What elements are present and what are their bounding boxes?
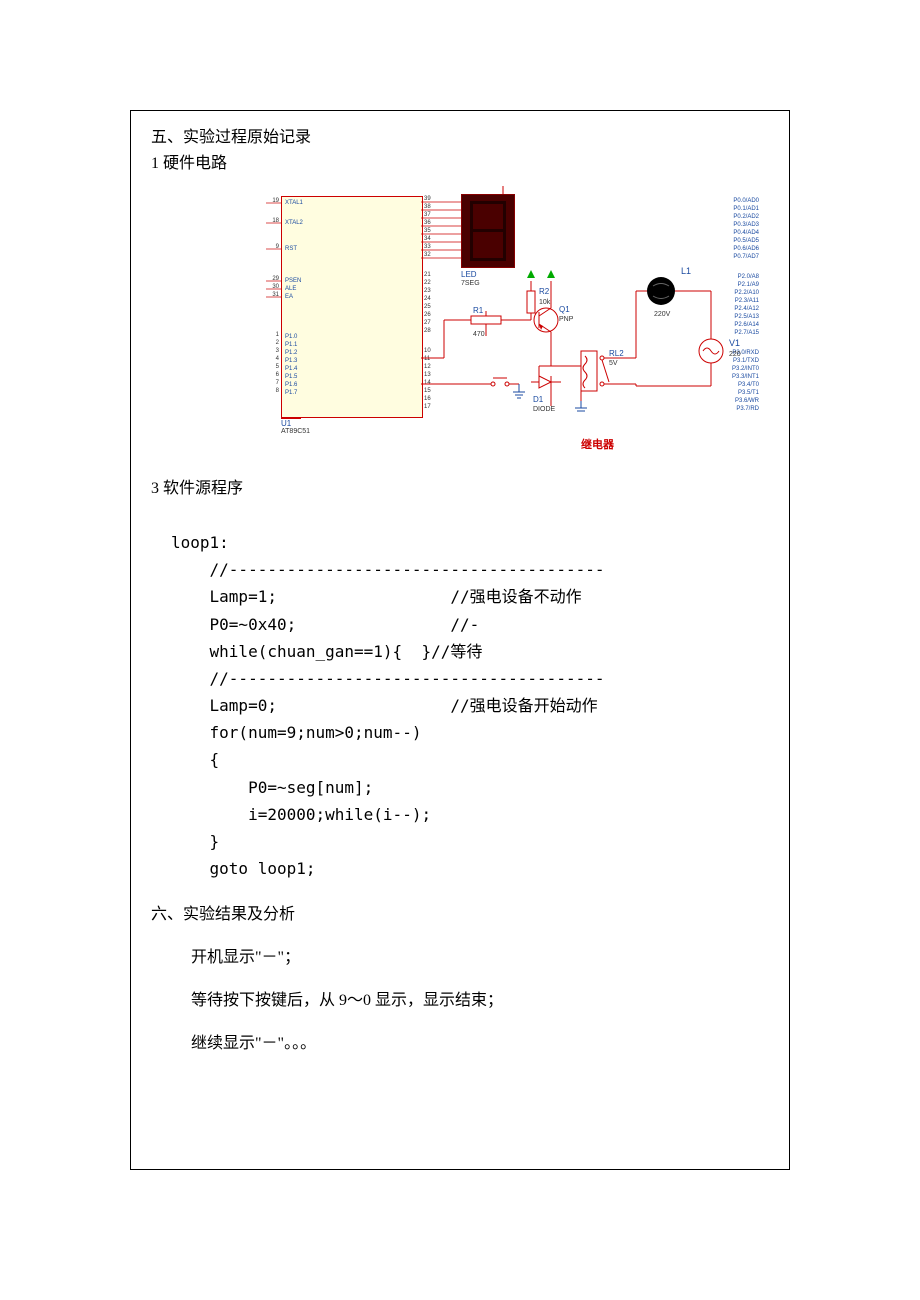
code-comment: //- [450, 615, 479, 634]
code-line: { [210, 750, 220, 769]
svg-text:RL2: RL2 [609, 349, 624, 358]
svg-text:Q1: Q1 [559, 305, 570, 314]
code-line: Lamp=1; [210, 587, 277, 606]
section-5-sub1: 1 硬件电路 [151, 151, 769, 177]
chip-ref: U1 [281, 418, 301, 428]
schematic-wires: R1 470 R2 10k [241, 186, 761, 456]
code-line: P0=~0x40; [210, 615, 297, 634]
code-block: loop1: //-------------------------------… [151, 502, 769, 883]
svg-text:470: 470 [473, 331, 485, 338]
code-line: for(num=9;num>0;num--) [210, 723, 422, 742]
document-frame: 五、实验过程原始记录 1 硬件电路 19 XTAL1 18 XTAL2 9 RS… [130, 110, 790, 1170]
code-line: i=20000;while(i--); [248, 805, 431, 824]
section-5-sub3: 3 软件源程序 [151, 476, 769, 502]
svg-text:5V: 5V [609, 360, 618, 367]
relay-label: 继电器 [581, 436, 614, 452]
svg-text:V1: V1 [729, 338, 740, 348]
code-line: } [210, 832, 220, 851]
svg-text:PNP: PNP [559, 316, 574, 323]
analysis-line: 等待按下按键后，从 9～0 显示，显示结束； [151, 987, 769, 1014]
code-line: loop1: [171, 533, 229, 552]
chip-part: AT89C51 [281, 428, 310, 435]
code-line: //--------------------------------------… [210, 669, 605, 688]
section-6-title: 六、实验结果及分析 [151, 902, 769, 928]
circuit-schematic: 19 XTAL1 18 XTAL2 9 RST 29 PSEN 30 ALE 3… [241, 186, 761, 456]
svg-text:D1: D1 [533, 395, 544, 404]
code-line: goto loop1; [210, 859, 316, 878]
svg-text:220: 220 [729, 351, 741, 358]
code-line: //--------------------------------------… [210, 560, 605, 579]
svg-text:220V: 220V [654, 311, 671, 318]
analysis-line: 继续显示"－"。。。 [151, 1030, 769, 1057]
svg-text:DIODE: DIODE [533, 406, 556, 413]
analysis-line: 开机显示"－"； [151, 944, 769, 971]
svg-text:R1: R1 [473, 306, 484, 315]
svg-text:L1: L1 [681, 266, 691, 276]
code-line: while(chuan_gan==1){ }//等待 [210, 642, 483, 661]
svg-text:R2: R2 [539, 287, 550, 296]
code-comment: //强电设备开始动作 [450, 696, 597, 715]
code-line: Lamp=0; [210, 696, 277, 715]
section-5-title: 五、实验过程原始记录 [151, 125, 769, 151]
code-comment: //强电设备不动作 [450, 587, 581, 606]
code-line: P0=~seg[num]; [248, 778, 373, 797]
svg-text:10k: 10k [539, 299, 551, 306]
